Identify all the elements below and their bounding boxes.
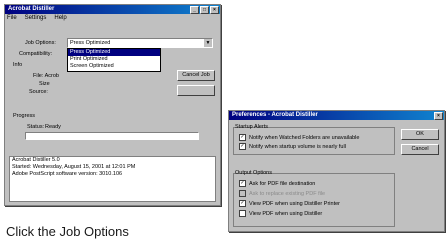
maximize-button[interactable]: □ [200, 6, 209, 14]
output-check-destination[interactable]: ✓ Ask for PDF file destination [239, 180, 315, 187]
job-options-dropdown: Press Optimized Print Optimized Screen O… [67, 48, 161, 72]
cancel-button[interactable]: Cancel [401, 144, 439, 155]
file-label: File: Acrob [33, 73, 59, 79]
checkbox[interactable]: ✓ [239, 200, 246, 207]
checkbox-label: View PDF when using Distiller [249, 210, 323, 217]
dropdown-option-press[interactable]: Press Optimized [68, 49, 160, 56]
distiller-window: Acrobat Distiller _ □ × File Settings He… [4, 4, 221, 206]
job-options-label: Job Options: [25, 40, 56, 46]
dropdown-option-print[interactable]: Print Optimized [68, 56, 160, 63]
status-label: Status: [27, 124, 45, 130]
source-label: Source: [29, 89, 48, 95]
log-line: Acrobat Distiller 5.0 [12, 157, 60, 163]
checkbox-label: View PDF when using Distiller Printer [249, 200, 340, 207]
output-check-view-distiller[interactable]: View PDF when using Distiller [239, 210, 322, 217]
distiller-title: Acrobat Distiller [8, 6, 55, 12]
checkbox[interactable] [239, 210, 246, 217]
checkbox-label: Notify when Watched Folders are unavaila… [249, 134, 360, 141]
job-options-select[interactable]: Press Optimized ▼ [67, 38, 213, 48]
cancel-job-button[interactable]: Cancel Job [177, 70, 215, 81]
output-check-view-printer[interactable]: ✓ View PDF when using Distiller Printer [239, 200, 340, 207]
startup-alerts-group [233, 127, 395, 155]
dropdown-option-screen[interactable]: Screen Optimized [68, 63, 160, 70]
preferences-dialog: Preferences - Acrobat Distiller × Startu… [228, 110, 445, 232]
startup-check-watched[interactable]: ✓ Notify when Watched Folders are unavail… [239, 134, 359, 141]
preferences-title-bar[interactable]: Preferences - Acrobat Distiller × [229, 111, 444, 120]
checkbox-label: Ask to replace existing PDF file [249, 190, 326, 197]
compatibility-label: Compatibility: [19, 51, 53, 57]
menu-bar: File Settings Help [7, 15, 67, 21]
output-options-label: Output Options [235, 170, 272, 176]
preferences-title: Preferences - Acrobat Distiller [232, 112, 318, 118]
checkbox [239, 190, 246, 197]
menu-file[interactable]: File [7, 15, 17, 21]
close-button[interactable]: × [210, 6, 219, 14]
output-check-replace: Ask to replace existing PDF file [239, 190, 325, 197]
progress-label: Progress [13, 113, 36, 119]
checkbox-label: Notify when startup volume is nearly ful… [249, 143, 346, 150]
menu-help[interactable]: Help [54, 15, 66, 21]
checkbox[interactable]: ✓ [239, 143, 246, 150]
menu-settings[interactable]: Settings [25, 15, 47, 21]
pause-button[interactable] [177, 85, 215, 96]
info-label: Info [13, 62, 23, 68]
ok-button[interactable]: OK [401, 129, 439, 140]
job-options-value: Press Optimized [70, 40, 111, 46]
checkbox[interactable]: ✓ [239, 134, 246, 141]
startup-alerts-label: Startup Alerts [235, 124, 269, 130]
progress-bar [25, 132, 199, 140]
checkbox-label: Ask for PDF file destination [249, 180, 316, 187]
startup-check-volume[interactable]: ✓ Notify when startup volume is nearly fu… [239, 143, 346, 150]
checkbox[interactable]: ✓ [239, 180, 246, 187]
log-line: Adobe PostScript software version: 3010.… [12, 171, 123, 177]
distiller-title-bar[interactable]: Acrobat Distiller _ □ × [5, 5, 220, 14]
caption-text: Click the Job Options [6, 224, 129, 239]
close-icon[interactable]: × [434, 112, 443, 120]
size-label: Size [39, 81, 50, 87]
chevron-down-icon[interactable]: ▼ [204, 39, 212, 47]
log-line: Started: Wednesday, August 15, 2001 at 1… [12, 164, 136, 170]
message-log: Acrobat Distiller 5.0 Started: Wednesday… [9, 156, 216, 202]
minimize-button[interactable]: _ [190, 6, 199, 14]
status-value: Ready [45, 124, 61, 130]
